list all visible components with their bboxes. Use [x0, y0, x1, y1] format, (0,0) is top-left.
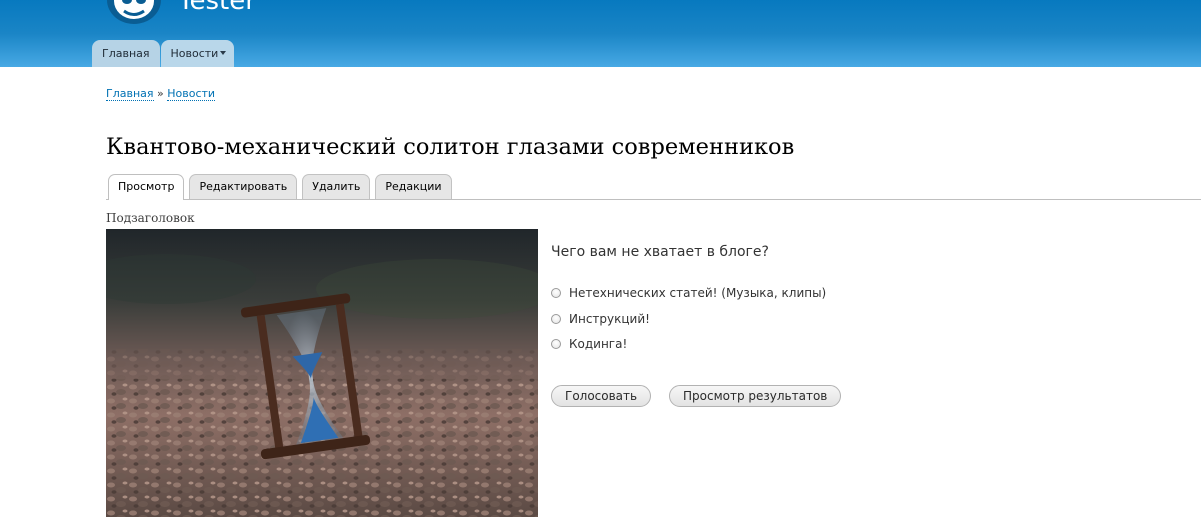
local-tasks-tabs: Просмотр Редактировать Удалить Редакции — [108, 174, 452, 200]
site-header: Tester Главная Новости — [0, 0, 1201, 67]
poll-choice[interactable]: Нетехнических статей! (Музыка, клипы) — [551, 286, 826, 300]
menu-item-home[interactable]: Главная — [92, 40, 160, 67]
menu-item-label: Главная — [102, 47, 150, 60]
poll-choice[interactable]: Кодинга! — [551, 337, 627, 351]
tab-view[interactable]: Просмотр — [108, 174, 185, 200]
page-title: Квантово-механический солитон глазами со… — [106, 134, 795, 160]
poll-choice-label[interactable]: Инструкций! — [569, 312, 650, 326]
poll-choice-label[interactable]: Нетехнических статей! (Музыка, клипы) — [569, 286, 826, 300]
tab-edit[interactable]: Редактировать — [189, 174, 298, 199]
poll-block: Чего вам не хватает в блоге? Нетехническ… — [551, 244, 826, 351]
dropdown-caret-icon — [220, 51, 227, 55]
breadcrumb-separator: » — [157, 87, 164, 100]
subheading: Подзаголовок — [106, 211, 195, 225]
radio-button[interactable] — [551, 314, 561, 324]
breadcrumb-news-link[interactable]: Новости — [167, 87, 216, 101]
hourglass-image — [106, 229, 538, 517]
poll-choice-label[interactable]: Кодинга! — [569, 337, 627, 351]
menu-item-label: Новости — [170, 47, 219, 60]
site-logo-icon[interactable] — [106, 0, 162, 26]
site-name[interactable]: Tester — [178, 0, 256, 16]
poll-question: Чего вам не хватает в блоге? — [551, 244, 769, 260]
main-menu: Главная Новости — [92, 40, 235, 67]
breadcrumb: Главная » Новости — [106, 87, 216, 101]
menu-item-news[interactable]: Новости — [160, 40, 235, 67]
breadcrumb-home-link[interactable]: Главная — [106, 87, 154, 101]
poll-choice[interactable]: Инструкций! — [551, 312, 650, 326]
vote-button[interactable]: Голосовать — [551, 385, 652, 407]
view-results-button[interactable]: Просмотр результатов — [669, 385, 842, 407]
radio-button[interactable] — [551, 288, 561, 298]
radio-button[interactable] — [551, 339, 561, 349]
tab-delete[interactable]: Удалить — [302, 174, 371, 199]
tab-revisions[interactable]: Редакции — [375, 174, 452, 199]
article-image — [106, 229, 538, 517]
